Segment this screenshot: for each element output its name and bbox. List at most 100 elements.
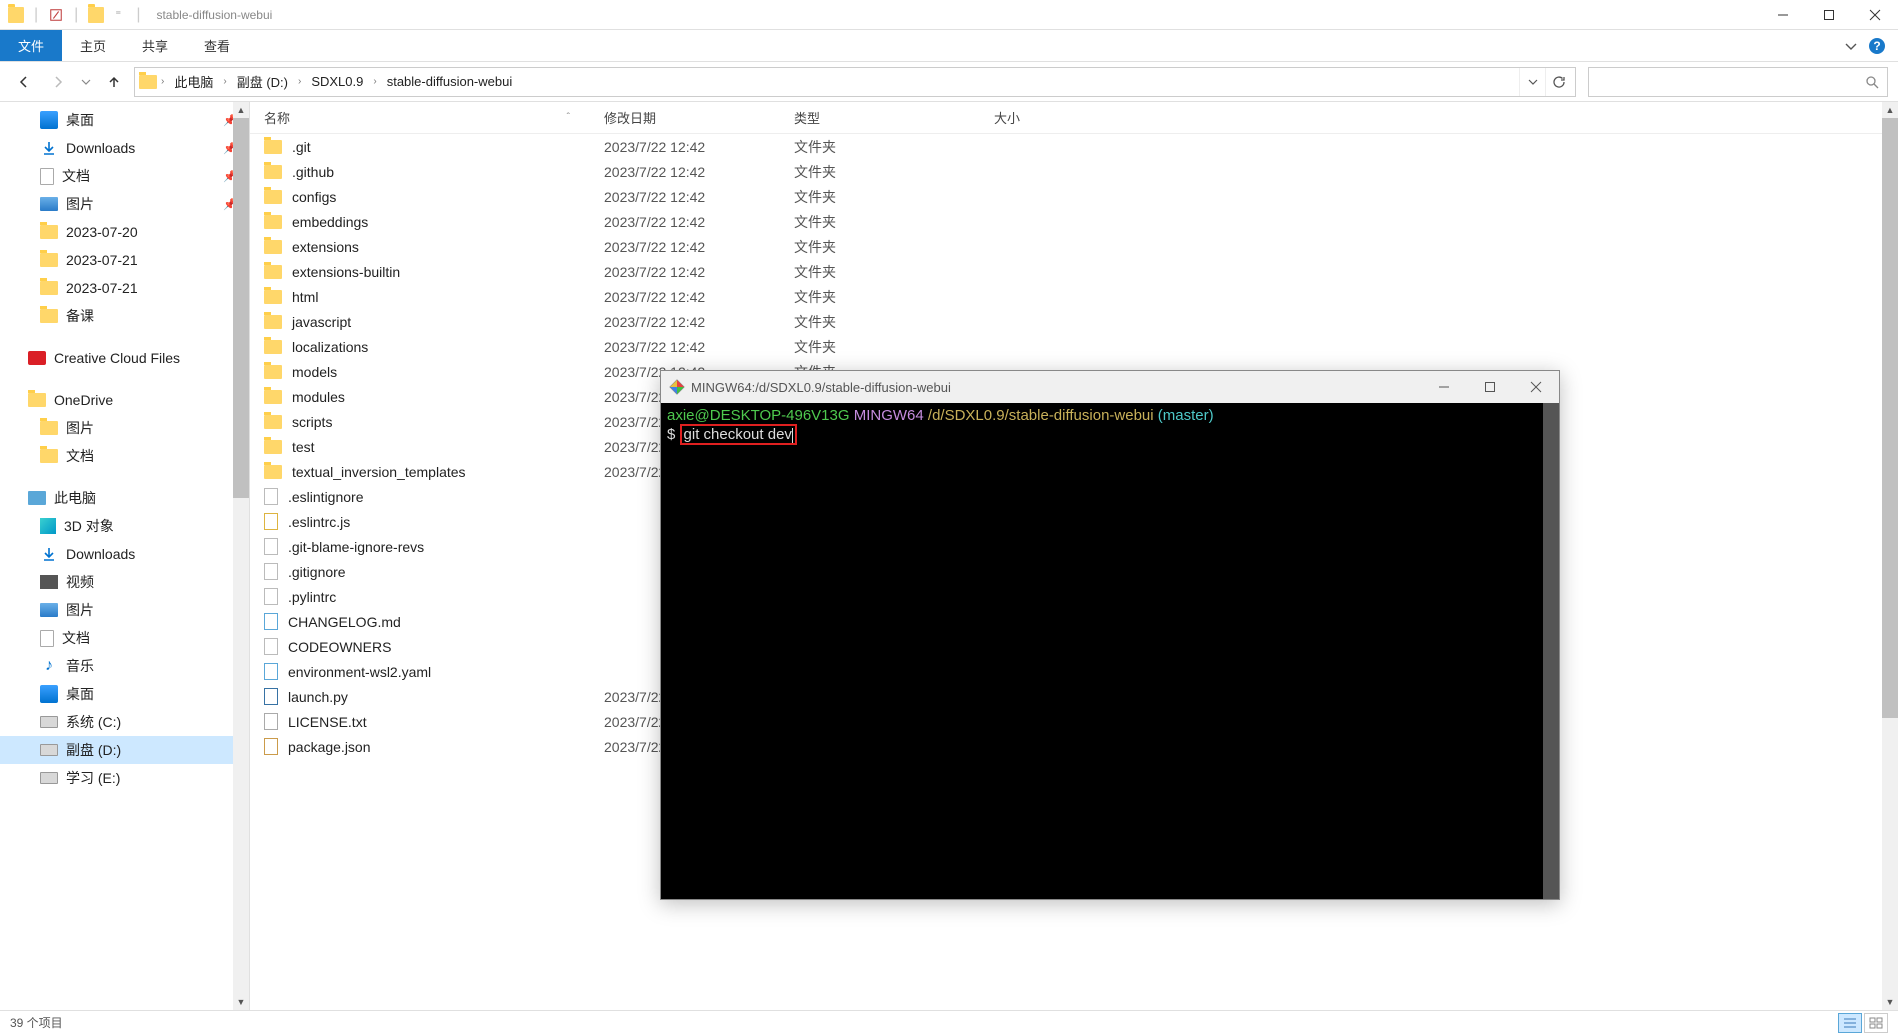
sidebar-quick-item[interactable]: 2023-07-20 [0,218,249,246]
file-row[interactable]: .git 2023/7/22 12:42 文件夹 [250,134,1898,159]
sidebar-thispc[interactable]: 此电脑 [0,484,249,512]
help-icon[interactable]: ? [1868,37,1886,55]
sidebar-quick-item[interactable]: 图片📌 [0,190,249,218]
file-name: extensions-builtin [292,264,400,280]
sidebar-thispc-child[interactable]: 文档 [0,624,249,652]
tab-file[interactable]: 文件 [0,30,62,61]
navbar: › 此电脑 › 副盘 (D:) › SDXL0.9 › stable-diffu… [0,62,1898,102]
terminal-scrollbar[interactable] [1543,403,1559,899]
sidebar-cc[interactable]: Creative Cloud Files [0,344,249,372]
close-button[interactable] [1852,0,1898,30]
scroll-up-icon[interactable]: ▲ [1882,102,1898,118]
scroll-down-icon[interactable]: ▼ [233,994,249,1010]
sidebar-quick-item[interactable]: 2023-07-21 [0,274,249,302]
file-date: 2023/7/22 12:42 [590,164,780,180]
crumb-folder1[interactable]: SDXL0.9 [305,72,369,91]
chevron-right-icon[interactable]: › [296,76,303,87]
back-button[interactable] [10,68,38,96]
file-name: localizations [292,339,368,355]
sidebar-onedrive-child[interactable]: 图片 [0,414,249,442]
crumb-drive[interactable]: 副盘 (D:) [231,70,294,93]
sidebar-thispc-child[interactable]: 系统 (C:) [0,708,249,736]
qat-properties-icon[interactable] [48,7,64,23]
view-details-button[interactable] [1838,1013,1862,1033]
up-button[interactable] [100,68,128,96]
search-icon [1865,75,1879,89]
col-size[interactable]: 大小 [940,108,1040,127]
sidebar-scrollbar[interactable]: ▲ ▼ [233,102,249,1010]
search-box[interactable] [1588,67,1888,97]
sidebar-quick-item[interactable]: 桌面📌 [0,106,249,134]
content-scrollbar[interactable]: ▲ ▼ [1882,102,1898,1010]
file-date: 2023/7/22 12:42 [590,239,780,255]
drive-icon [40,744,58,756]
scroll-thumb[interactable] [233,118,249,498]
ribbon-expand-icon[interactable] [1844,39,1858,53]
terminal-window[interactable]: MINGW64:/d/SDXL0.9/stable-diffusion-webu… [660,370,1560,900]
file-row[interactable]: javascript 2023/7/22 12:42 文件夹 [250,309,1898,334]
scroll-thumb[interactable] [1882,118,1898,718]
scroll-thumb[interactable] [1543,403,1559,899]
file-row[interactable]: localizations 2023/7/22 12:42 文件夹 [250,334,1898,359]
file-name: LICENSE.txt [288,714,367,730]
tab-view[interactable]: 查看 [186,30,248,61]
scroll-down-icon[interactable]: ▼ [1882,994,1898,1010]
qat-dropdown-icon[interactable]: ⁼ [110,7,126,23]
column-headers: 名称ˆ 修改日期 类型 大小 [250,102,1898,134]
chevron-right-icon[interactable]: › [159,76,166,87]
sidebar-onedrive-child[interactable]: 文档 [0,442,249,470]
sidebar-thispc-child[interactable]: 学习 (E:) [0,764,249,792]
sidebar-thispc-child[interactable]: 3D 对象 [0,512,249,540]
terminal-minimize-button[interactable] [1421,371,1467,403]
address-bar[interactable]: › 此电脑 › 副盘 (D:) › SDXL0.9 › stable-diffu… [134,67,1576,97]
sidebar-item-label: 2023-07-21 [66,252,138,268]
sidebar-thispc-child[interactable]: 桌面 [0,680,249,708]
tab-share[interactable]: 共享 [124,30,186,61]
file-row[interactable]: extensions 2023/7/22 12:42 文件夹 [250,234,1898,259]
file-row[interactable]: configs 2023/7/22 12:42 文件夹 [250,184,1898,209]
terminal-command[interactable]: git checkout dev [684,426,792,443]
refresh-icon[interactable] [1545,68,1571,96]
file-row[interactable]: embeddings 2023/7/22 12:42 文件夹 [250,209,1898,234]
sidebar-onedrive[interactable]: OneDrive [0,386,249,414]
crumb-thispc[interactable]: 此电脑 [168,70,219,93]
file-name: scripts [292,414,332,430]
item-count: 39 个项目 [10,1014,63,1031]
sidebar-item-label: 视频 [66,572,94,592]
terminal-body[interactable]: axie@DESKTOP-496V13G MINGW64 /d/SDXL0.9/… [661,403,1559,899]
sidebar-quick-item[interactable]: Downloads📌 [0,134,249,162]
terminal-close-button[interactable] [1513,371,1559,403]
crumb-folder2[interactable]: stable-diffusion-webui [381,72,519,91]
chevron-right-icon[interactable]: › [371,76,378,87]
address-dropdown-icon[interactable] [1519,68,1545,96]
minimize-button[interactable] [1760,0,1806,30]
sidebar-quick-item[interactable]: 文档📌 [0,162,249,190]
file-row[interactable]: extensions-builtin 2023/7/22 12:42 文件夹 [250,259,1898,284]
sidebar-quick-item[interactable]: 2023-07-21 [0,246,249,274]
sidebar-thispc-child[interactable]: Downloads [0,540,249,568]
maximize-button[interactable] [1806,0,1852,30]
scroll-up-icon[interactable]: ▲ [233,102,249,118]
recent-dropdown[interactable] [78,68,94,96]
tab-home[interactable]: 主页 [62,30,124,61]
sidebar-thispc-child[interactable]: ♪音乐 [0,652,249,680]
view-icons-button[interactable] [1864,1013,1888,1033]
terminal-titlebar[interactable]: MINGW64:/d/SDXL0.9/stable-diffusion-webu… [661,371,1559,403]
terminal-cursor [792,428,793,443]
forward-button[interactable] [44,68,72,96]
sidebar-thispc-child[interactable]: 视频 [0,568,249,596]
folder-icon [264,290,282,304]
terminal-maximize-button[interactable] [1467,371,1513,403]
sidebar-thispc-child[interactable]: 副盘 (D:) [0,736,249,764]
file-row[interactable]: html 2023/7/22 12:42 文件夹 [250,284,1898,309]
col-type[interactable]: 类型 [780,108,940,127]
col-date[interactable]: 修改日期 [590,108,780,127]
chevron-right-icon[interactable]: › [221,76,228,87]
file-row[interactable]: .github 2023/7/22 12:42 文件夹 [250,159,1898,184]
file-name: .github [292,164,334,180]
sidebar-quick-item[interactable]: 备课 [0,302,249,330]
sidebar-thispc-child[interactable]: 图片 [0,596,249,624]
folder-icon [40,281,58,295]
file-icon [264,538,278,555]
col-name[interactable]: 名称ˆ [250,108,590,127]
